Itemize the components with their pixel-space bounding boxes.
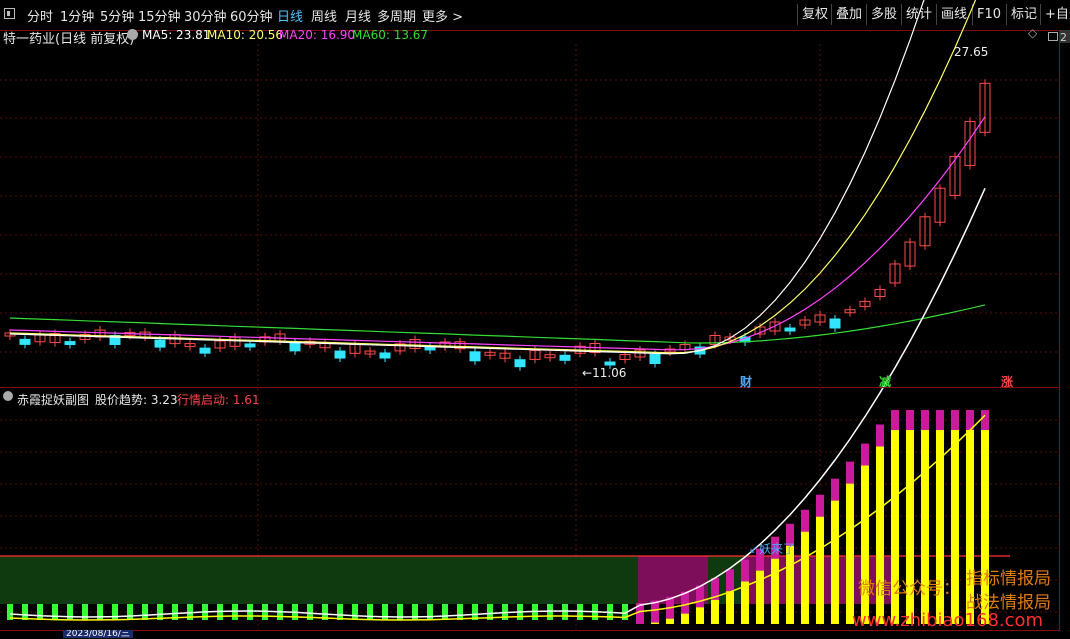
event-earnings-tag[interactable]: 财 [740, 373, 752, 390]
yellow-bar [651, 622, 659, 624]
magenta-bar [651, 600, 659, 624]
date-cursor-label: 2023/08/16/三 [63, 630, 133, 638]
candle-body [604, 361, 616, 366]
candle-body [19, 338, 31, 345]
signal-label: ↙妖来了 [749, 542, 796, 556]
start-value: 行情启动: 1.61 [177, 393, 260, 407]
ma20-line [9, 116, 986, 351]
green-bar [442, 604, 448, 620]
green-bar [52, 604, 58, 620]
high-price-label: 27.65 [954, 45, 989, 59]
yellow-bar [681, 613, 689, 624]
main-sub-divider [0, 387, 1060, 388]
candle-body [559, 354, 571, 361]
green-zone [0, 556, 638, 604]
yellow-bar [786, 545, 794, 624]
green-bar [562, 604, 568, 620]
yellow-bar [831, 500, 839, 624]
candle-body [199, 347, 211, 354]
subchart-settings-icon[interactable] [3, 391, 13, 401]
candle-body [154, 339, 166, 348]
trend-value: 股价趋势: 3.23 [95, 393, 178, 407]
watermark-wechat: 微信公众号： [858, 579, 960, 599]
candle-body [379, 352, 391, 359]
green-bar [232, 604, 238, 620]
subchart-title[interactable]: 赤霞捉妖副图 [17, 391, 89, 408]
yellow-bar [696, 607, 704, 624]
green-bar [112, 604, 118, 620]
green-bar [67, 604, 73, 620]
green-bar [352, 604, 358, 620]
yellow-bar [726, 591, 734, 624]
kline-chart[interactable] [0, 0, 1070, 638]
candle-body [469, 351, 481, 362]
yellow-bar [771, 558, 779, 624]
watermark-site: www.zhibiao168.com [852, 610, 1044, 631]
event-reduce-tag[interactable]: 减 [879, 373, 891, 390]
yellow-bar [846, 483, 854, 624]
candle-body [424, 346, 436, 351]
green-bar [142, 604, 148, 620]
yellow-bar [801, 531, 809, 624]
green-bar [427, 604, 433, 620]
candlestick-series [4, 79, 991, 371]
green-bar [547, 604, 553, 620]
candle-body [244, 343, 256, 348]
candle-body [649, 354, 661, 364]
low-price-label: ←11.06 [582, 366, 627, 380]
candle-body [334, 350, 346, 359]
green-bar [127, 604, 133, 620]
green-bar [337, 604, 343, 620]
ma10-line [9, 0, 977, 354]
candle-body [784, 327, 796, 332]
green-bar [247, 604, 253, 620]
yellow-bar [711, 599, 719, 624]
yellow-bar [666, 618, 674, 624]
candle-body [829, 318, 841, 329]
subchart-info: 赤霞捉妖副图 股价趋势: 3.23 行情启动: 1.61 [0, 390, 1070, 408]
candle-body [514, 359, 526, 368]
green-bar [457, 604, 463, 620]
event-limit-up-tag[interactable]: 涨 [1001, 373, 1013, 390]
ma5-line [9, 0, 925, 355]
moving-average-lines [9, 0, 986, 355]
yellow-bar [861, 465, 869, 624]
watermark-brand: 指标情报局 [966, 569, 1051, 589]
green-bar [367, 604, 373, 620]
green-bar [22, 604, 28, 620]
candle-body [64, 341, 76, 346]
green-bar [382, 604, 388, 620]
yellow-bar [816, 516, 824, 624]
green-bar [37, 604, 43, 620]
